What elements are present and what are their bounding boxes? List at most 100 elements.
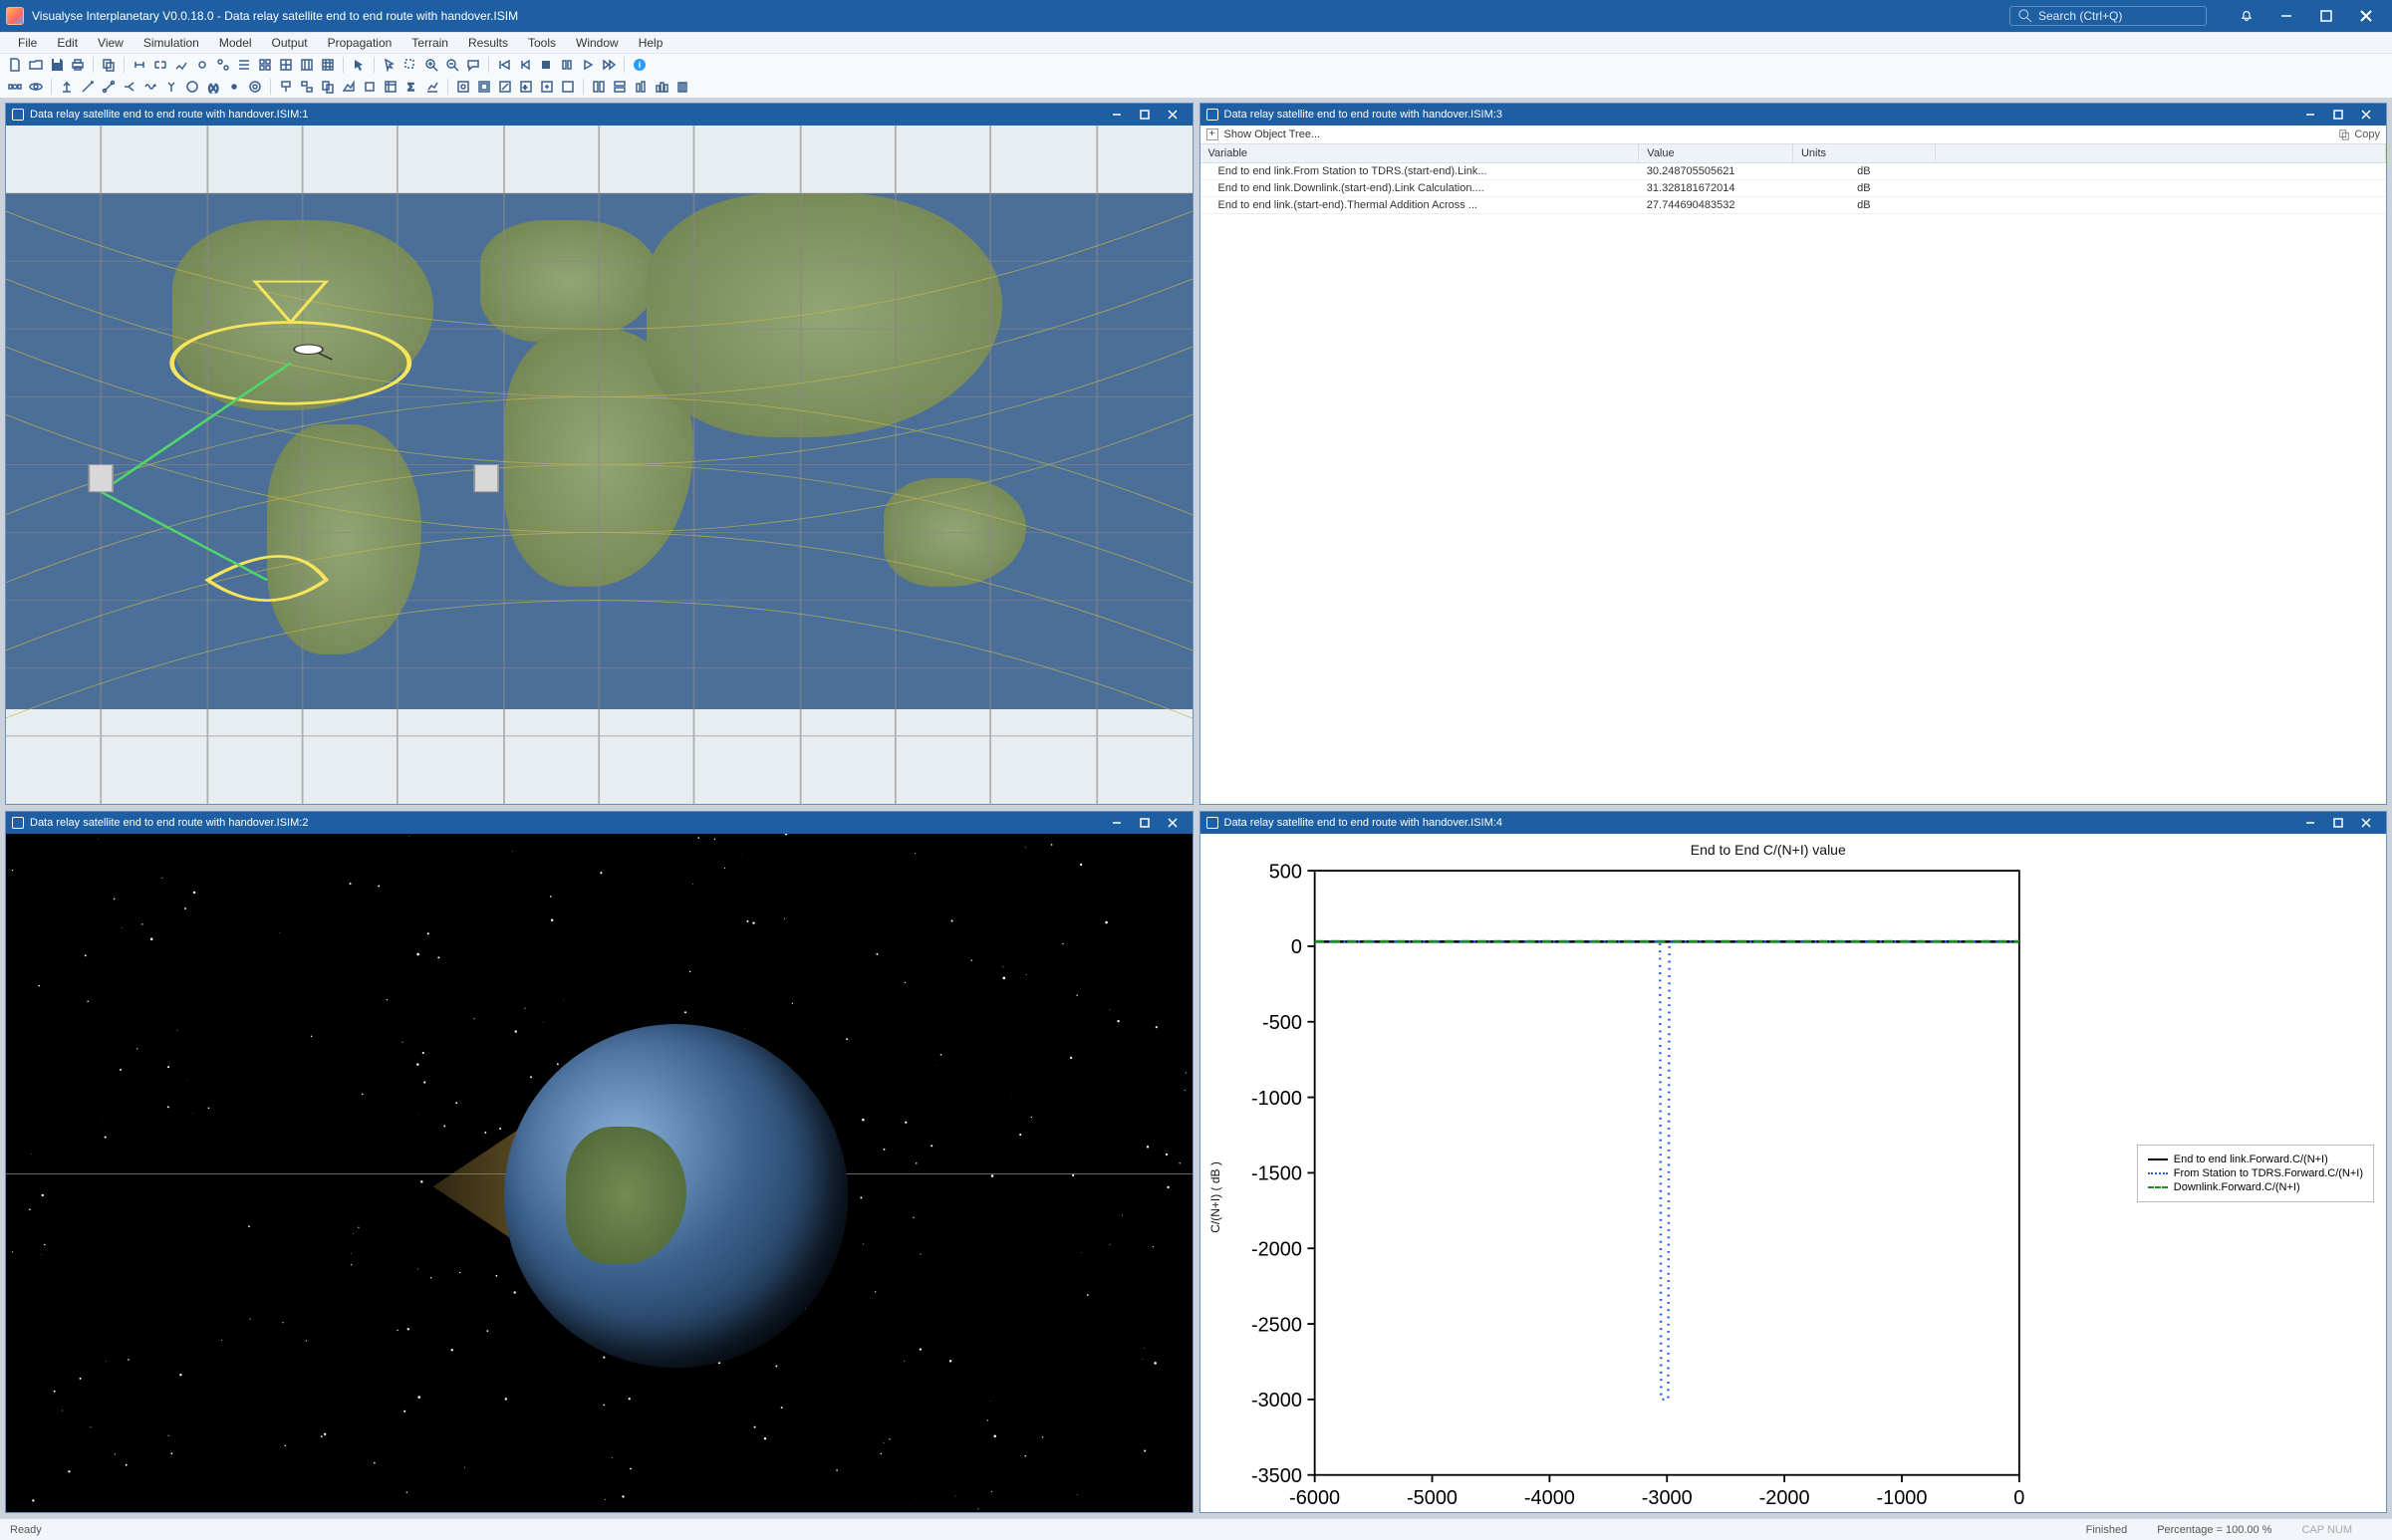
spacer-icon[interactable] <box>361 78 379 96</box>
grid2-icon[interactable] <box>277 56 295 74</box>
building2-icon[interactable] <box>653 78 670 96</box>
close-button[interactable] <box>2346 0 2386 32</box>
layout1-icon[interactable] <box>590 78 608 96</box>
building3-icon[interactable] <box>673 78 691 96</box>
new-icon[interactable] <box>6 56 24 74</box>
building1-icon[interactable] <box>632 78 650 96</box>
table-row[interactable]: End to end link.(start-end).Thermal Addi… <box>1200 197 2386 214</box>
layout2-icon[interactable] <box>611 78 629 96</box>
pointer-icon[interactable] <box>350 56 368 74</box>
print-icon[interactable] <box>69 56 87 74</box>
zoomin-icon[interactable] <box>422 56 440 74</box>
paint-icon[interactable] <box>277 78 295 96</box>
stop-icon[interactable] <box>537 56 555 74</box>
col-variable[interactable]: Variable <box>1200 144 1639 163</box>
menu-help[interactable]: Help <box>629 33 673 53</box>
pane-min-icon[interactable] <box>1103 818 1131 828</box>
link2-icon[interactable] <box>100 78 118 96</box>
open-icon[interactable] <box>27 56 45 74</box>
sigma-icon[interactable]: Σ <box>402 78 420 96</box>
play-icon[interactable] <box>579 56 597 74</box>
pane-max-icon[interactable] <box>1131 110 1159 120</box>
module6-icon[interactable] <box>559 78 577 96</box>
expand-icon[interactable]: + <box>1206 128 1218 140</box>
module5-icon[interactable] <box>538 78 556 96</box>
zoomout-icon[interactable] <box>443 56 461 74</box>
show-object-tree-button[interactable]: Show Object Tree... <box>1224 128 1321 140</box>
pane-max-icon[interactable] <box>2324 110 2352 120</box>
menu-tools[interactable]: Tools <box>518 33 566 53</box>
pane-close-icon[interactable] <box>1159 110 1187 120</box>
pane-max-icon[interactable] <box>1131 818 1159 828</box>
pane-globe-titlebar[interactable]: Data relay satellite end to end route wi… <box>6 812 1193 834</box>
module1-icon[interactable] <box>454 78 472 96</box>
rewind-icon[interactable] <box>495 56 513 74</box>
tbl-icon[interactable] <box>382 78 399 96</box>
vector-icon[interactable] <box>79 78 97 96</box>
antenna2-icon[interactable] <box>162 78 180 96</box>
copy-button[interactable]: Copy <box>2338 128 2380 140</box>
menu-file[interactable]: File <box>8 33 47 53</box>
pane-max-icon[interactable] <box>2324 818 2352 828</box>
menu-results[interactable]: Results <box>458 33 518 53</box>
chat-icon[interactable] <box>464 56 482 74</box>
wave-icon[interactable] <box>141 78 159 96</box>
var-icon[interactable]: (x) <box>204 78 222 96</box>
menu-model[interactable]: Model <box>209 33 262 53</box>
module3-icon[interactable] <box>496 78 514 96</box>
module4-icon[interactable]: + <box>517 78 535 96</box>
stepback-icon[interactable] <box>516 56 534 74</box>
pane-table-titlebar[interactable]: Data relay satellite end to end route wi… <box>1200 104 2387 126</box>
menu-propagation[interactable]: Propagation <box>318 33 402 53</box>
pane-min-icon[interactable] <box>2296 818 2324 828</box>
node-icon[interactable] <box>193 56 211 74</box>
pane-map-titlebar[interactable]: Data relay satellite end to end route wi… <box>6 104 1193 126</box>
linkgroup-icon[interactable] <box>151 56 169 74</box>
chart-view[interactable]: End to End C/(N+I) value C/(N+I) ( dB ) … <box>1206 840 2381 1506</box>
menu-simulation[interactable]: Simulation <box>133 33 209 53</box>
circle-icon[interactable] <box>183 78 201 96</box>
dot-icon[interactable] <box>225 78 243 96</box>
menu-edit[interactable]: Edit <box>47 33 88 53</box>
menu-window[interactable]: Window <box>566 33 629 53</box>
sat-icon[interactable] <box>6 78 24 96</box>
target-icon[interactable] <box>246 78 264 96</box>
nodes-icon[interactable] <box>214 56 232 74</box>
col-value[interactable]: Value <box>1639 144 1793 163</box>
notify-button[interactable] <box>2227 0 2266 32</box>
pause-icon[interactable] <box>558 56 576 74</box>
col-units[interactable]: Units <box>1792 144 1935 163</box>
channel-icon[interactable] <box>235 56 253 74</box>
grid3-icon[interactable] <box>298 56 316 74</box>
pane-close-icon[interactable] <box>1159 818 1187 828</box>
branch-icon[interactable] <box>121 78 138 96</box>
pane-min-icon[interactable] <box>1103 110 1131 120</box>
paint2-icon[interactable] <box>298 78 316 96</box>
pane-min-icon[interactable] <box>2296 110 2324 120</box>
menu-view[interactable]: View <box>88 33 133 53</box>
table-row[interactable]: End to end link.Downlink.(start-end).Lin… <box>1200 180 2386 197</box>
menu-output[interactable]: Output <box>262 33 318 53</box>
pane-close-icon[interactable] <box>2352 110 2380 120</box>
table-row[interactable]: End to end link.From Station to TDRS.(st… <box>1200 163 2386 180</box>
cfgcopy-icon[interactable] <box>319 78 337 96</box>
route-icon[interactable] <box>172 56 190 74</box>
search-box[interactable] <box>2009 6 2207 26</box>
module2-icon[interactable] <box>475 78 493 96</box>
minimize-button[interactable] <box>2266 0 2306 32</box>
pane-close-icon[interactable] <box>2352 818 2380 828</box>
save-icon[interactable] <box>48 56 66 74</box>
link-icon[interactable] <box>131 56 148 74</box>
select-icon[interactable] <box>381 56 399 74</box>
menu-terrain[interactable]: Terrain <box>401 33 458 53</box>
chart-icon[interactable] <box>423 78 441 96</box>
station-icon[interactable] <box>58 78 76 96</box>
zoomarea-icon[interactable] <box>401 56 419 74</box>
info-icon[interactable]: i <box>631 56 649 74</box>
globe-view[interactable] <box>6 834 1193 1512</box>
copy-icon[interactable] <box>100 56 118 74</box>
grid-icon[interactable] <box>256 56 274 74</box>
ffwd-icon[interactable] <box>600 56 618 74</box>
grid4-icon[interactable] <box>319 56 337 74</box>
maximize-button[interactable] <box>2306 0 2346 32</box>
